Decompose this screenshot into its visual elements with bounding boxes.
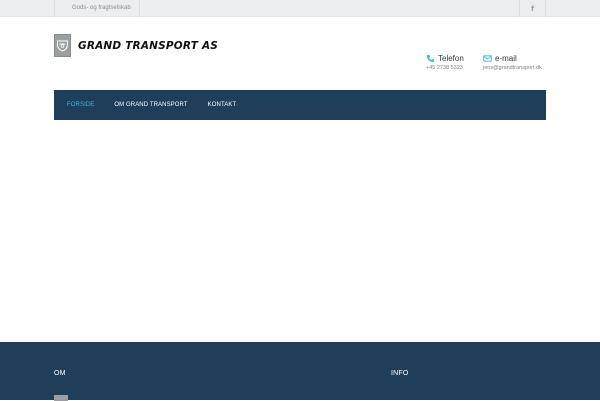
- phone-label: Telefon: [438, 54, 464, 63]
- phone-icon: [426, 54, 435, 63]
- footer: OM INFO: [0, 342, 600, 401]
- tagline: Gods- og fragtselskab: [54, 0, 140, 17]
- envelope-icon: [483, 55, 492, 62]
- top-bar: Gods- og fragtselskab f: [0, 0, 600, 17]
- nav-item-forside[interactable]: FORSIDE: [67, 102, 94, 108]
- logo[interactable]: [54, 34, 71, 57]
- footer-om-title: OM: [54, 370, 66, 377]
- shield-logo-icon: [55, 35, 70, 56]
- phone-number[interactable]: +45 2738 5323: [426, 65, 464, 71]
- facebook-link[interactable]: f: [519, 0, 546, 17]
- facebook-icon: f: [530, 4, 535, 13]
- email-label: e-mail: [495, 54, 517, 63]
- nav-item-om-grand-transport[interactable]: OM GRAND TRANSPORT: [114, 102, 187, 108]
- footer-logo: [54, 395, 68, 401]
- main-navigation: FORSIDE OM GRAND TRANSPORT KONTAKT: [54, 90, 546, 120]
- brand-name[interactable]: GRAND TRANSPORT AS: [78, 40, 218, 52]
- footer-info-title: INFO: [391, 370, 409, 377]
- contact-phone[interactable]: Telefon +45 2738 5323: [426, 54, 464, 71]
- contact-email[interactable]: e-mail jens@grandtransport.dk: [483, 54, 542, 71]
- nav-item-kontakt[interactable]: KONTAKT: [208, 102, 237, 108]
- email-address[interactable]: jens@grandtransport.dk: [483, 65, 542, 71]
